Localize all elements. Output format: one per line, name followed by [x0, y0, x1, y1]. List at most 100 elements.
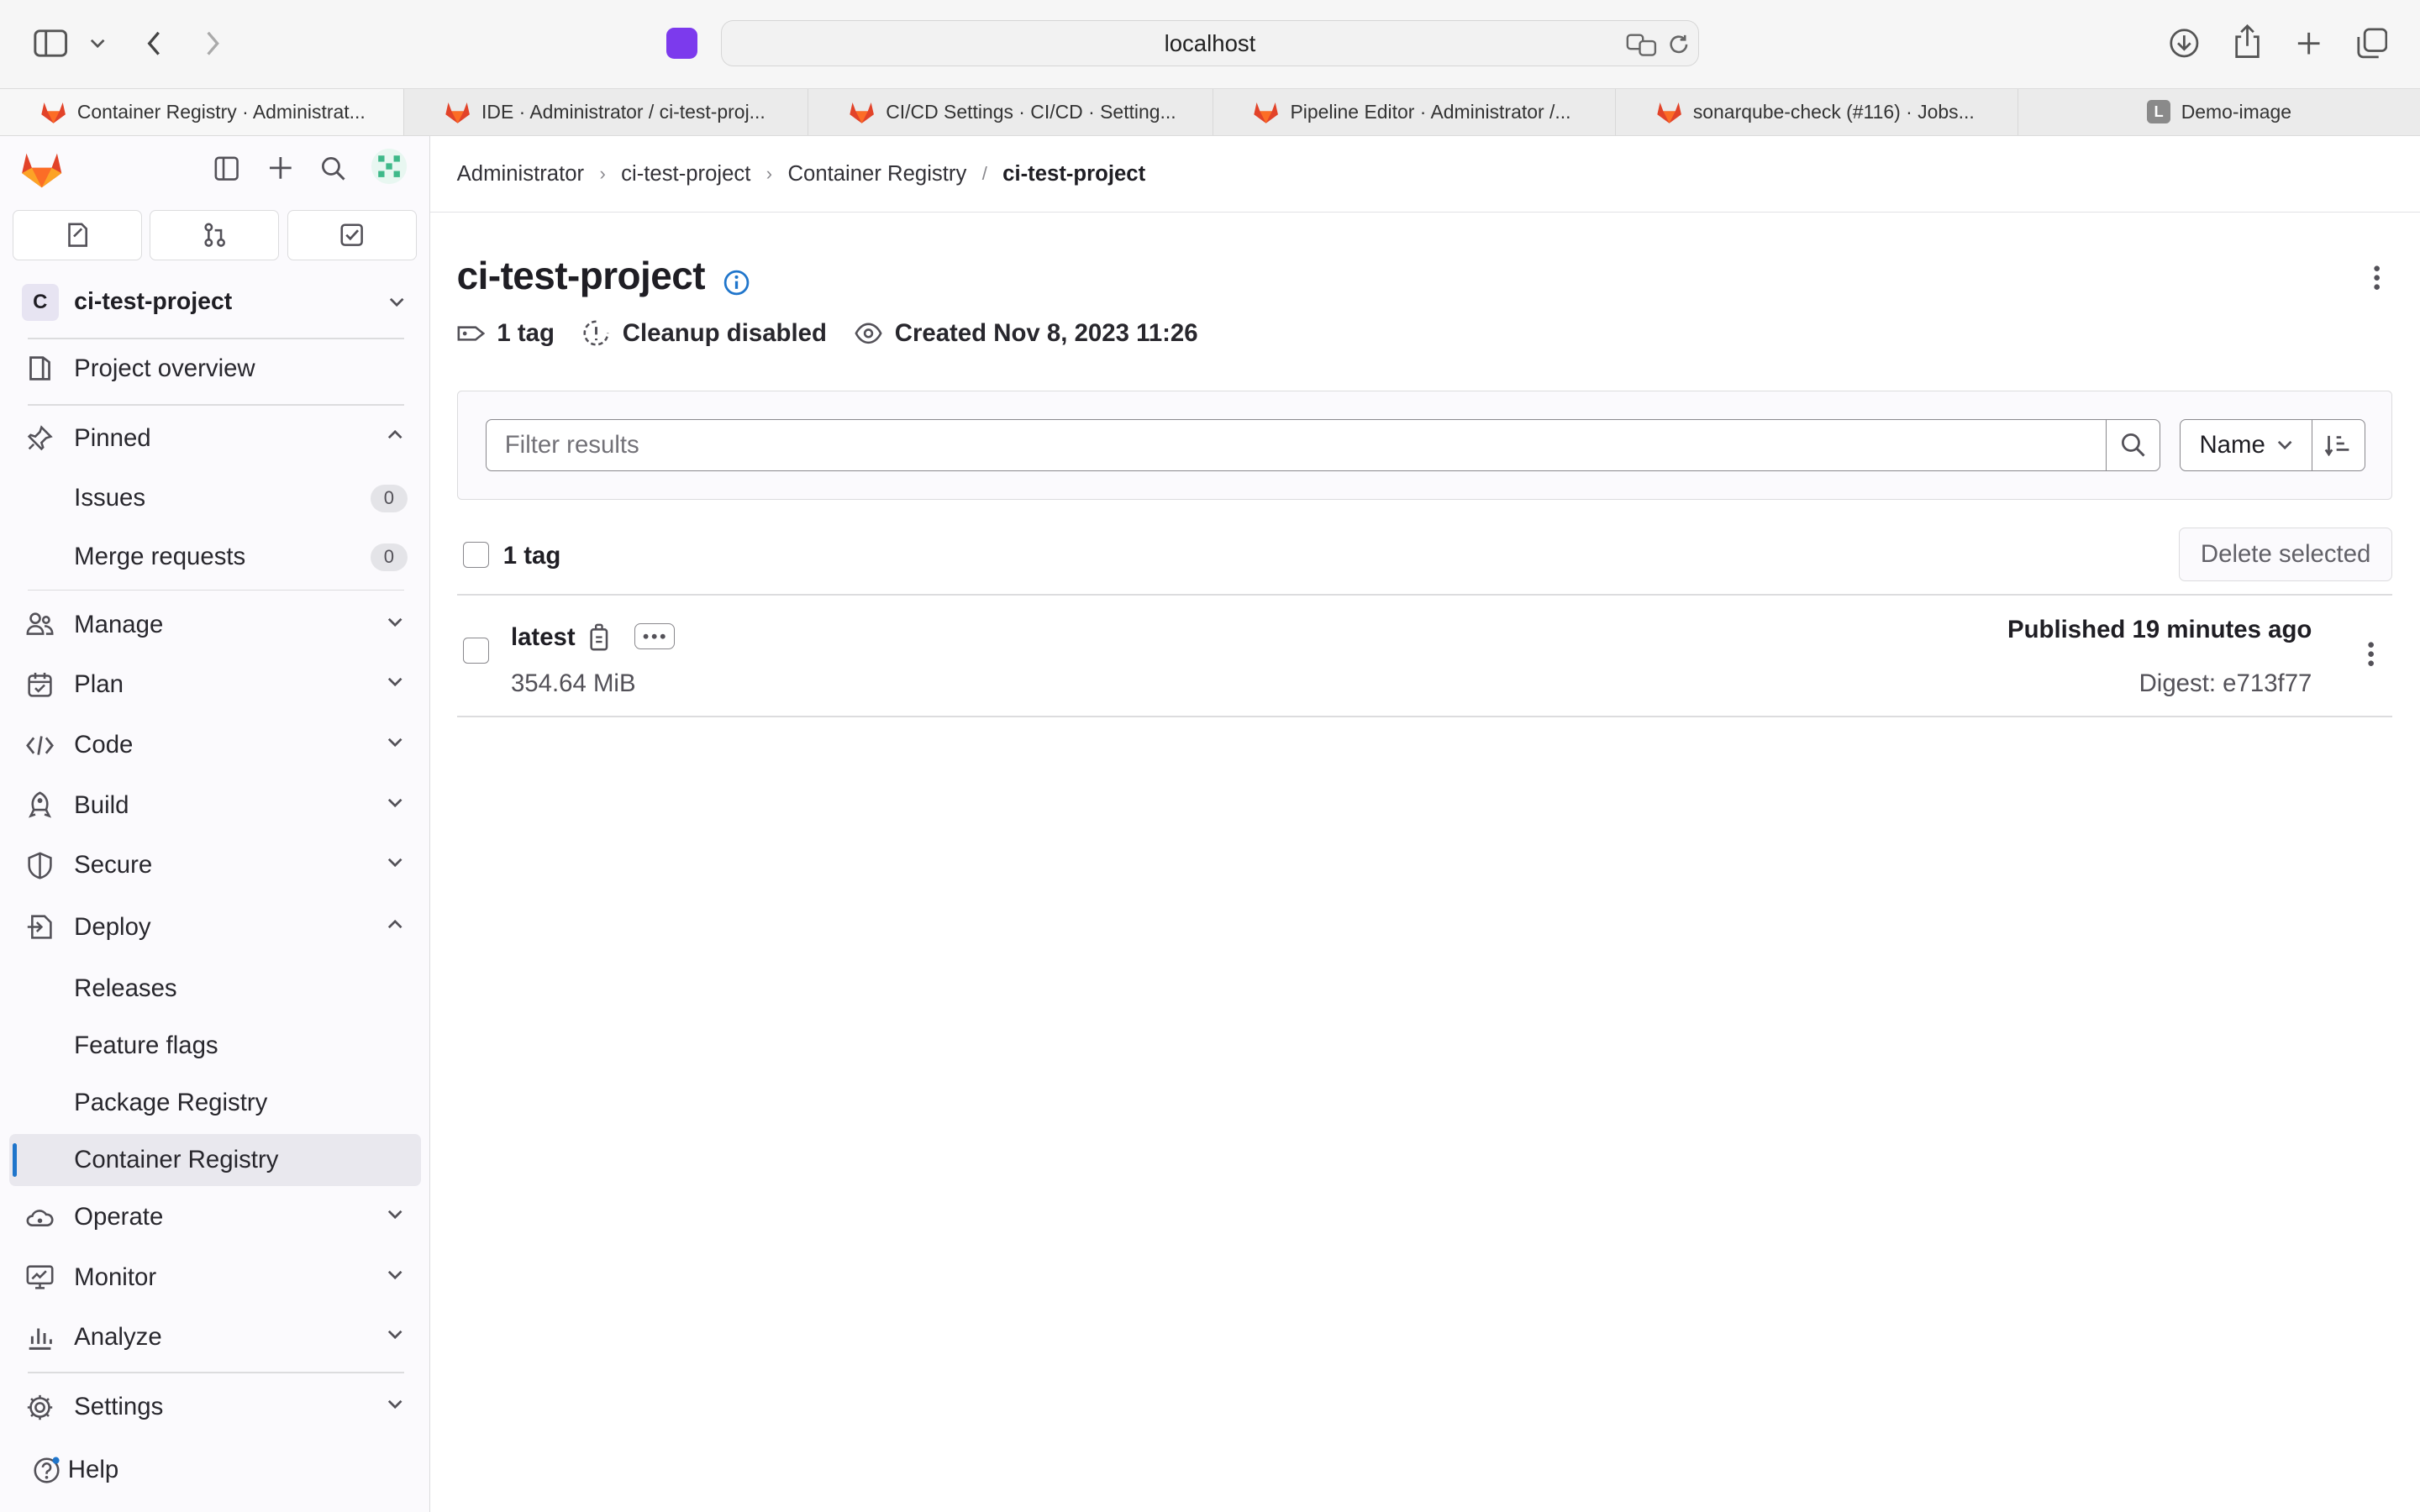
plus-icon[interactable] — [264, 151, 297, 185]
monitor-icon — [26, 1265, 54, 1289]
sidebar-item-releases[interactable]: Releases — [9, 963, 421, 1015]
breadcrumb-item[interactable]: Administrator — [457, 162, 584, 186]
chevron-down-icon — [387, 1270, 402, 1279]
sidebar-item-secure[interactable]: Secure — [9, 839, 421, 891]
browser-tab[interactable]: Pipeline Editor · Administrator /... — [1213, 88, 1617, 135]
copy-icon[interactable] — [588, 623, 613, 651]
sidebar-item-label: Feature flags — [74, 1032, 218, 1060]
project-avatar: C — [21, 283, 59, 321]
browser-tab[interactable]: IDE · Administrator / ci-test-proj... — [404, 88, 809, 135]
search-icon[interactable] — [317, 151, 350, 185]
chevron-down-icon — [387, 1331, 402, 1340]
downloads-icon[interactable] — [2167, 26, 2201, 60]
tag-count-meta: 1 tag — [457, 319, 555, 348]
image-metadata: 1 tag Cleanup disabled Created Nov 8, 20… — [457, 317, 1226, 350]
sort-direction-button[interactable] — [2311, 418, 2365, 472]
browser-tab[interactable]: L Demo-image — [2018, 89, 2420, 135]
sidebar-item-package-registry[interactable]: Package Registry — [9, 1077, 421, 1129]
sidebar-item-label: Merge requests — [74, 543, 246, 571]
breadcrumb-separator: › — [599, 163, 606, 185]
gitlab-logo-icon[interactable] — [18, 148, 65, 191]
merge-requests-count-badge: 0 — [370, 543, 408, 571]
chevron-down-icon — [2278, 441, 2292, 450]
sidebar-item-operate[interactable]: Operate — [9, 1191, 421, 1243]
published-time: Published 19 minutes ago — [2007, 615, 2312, 643]
planning-icon — [28, 672, 52, 697]
merge-requests-shortcut-button[interactable] — [150, 209, 280, 261]
sidebar-item-project-overview[interactable]: Project overview — [9, 343, 421, 395]
sidebar-section-pinned[interactable]: Pinned — [9, 412, 421, 464]
sidebar-item-label: Project overview — [74, 354, 255, 382]
cloud-gear-icon — [26, 1209, 54, 1226]
sidebar-item-issues[interactable]: Issues 0 — [9, 472, 421, 524]
row-checkbox[interactable] — [463, 637, 490, 664]
divider — [28, 404, 405, 407]
sidebar-item-deploy[interactable]: Deploy — [9, 901, 421, 953]
tab-title: IDE · Administrator / ci-test-proj... — [481, 100, 765, 123]
sidebar-item-label: Pinned — [74, 423, 151, 452]
translate-icon[interactable] — [1624, 30, 1658, 58]
todo-icon — [340, 223, 363, 247]
sidebar-item-plan[interactable]: Plan — [9, 659, 421, 711]
sidebar-item-analyze[interactable]: Analyze — [9, 1311, 421, 1363]
user-avatar[interactable] — [371, 148, 408, 185]
delete-selected-button[interactable]: Delete selected — [2179, 528, 2392, 582]
address-bar[interactable]: localhost — [720, 19, 1700, 66]
breadcrumb-item[interactable]: ci-test-project — [621, 162, 750, 186]
project-switcher[interactable]: C ci-test-project — [15, 273, 419, 332]
active-indicator — [12, 1142, 18, 1178]
issues-count-badge: 0 — [370, 484, 408, 512]
chevron-down-icon — [387, 1399, 402, 1409]
breadcrumb-current[interactable]: ci-test-project — [1002, 162, 1145, 186]
chevron-down-icon[interactable] — [87, 31, 108, 55]
main-content: Administrator › ci-test-project › Contai… — [430, 135, 2420, 1512]
search-button[interactable] — [2106, 418, 2160, 472]
collapse-sidebar-icon[interactable] — [210, 151, 244, 185]
cleanup-icon — [583, 320, 609, 346]
reload-icon[interactable] — [1665, 30, 1692, 58]
sidebar-item-settings[interactable]: Settings — [9, 1381, 421, 1433]
tag-name: latest — [510, 623, 576, 652]
chevron-down-icon — [387, 858, 402, 868]
breadcrumb-separator: / — [981, 163, 987, 185]
gitlab-icon — [1253, 100, 1279, 124]
tab-strip: Container Registry · Administrat... IDE … — [0, 87, 2420, 136]
sidebar-item-feature-flags[interactable]: Feature flags — [9, 1020, 421, 1072]
row-actions-icon[interactable] — [2367, 642, 2374, 667]
divider — [456, 594, 2392, 596]
breadcrumb-item[interactable]: Container Registry — [787, 162, 966, 186]
filter-input[interactable] — [485, 418, 2107, 472]
info-icon[interactable] — [723, 269, 750, 297]
sidebar-item-monitor[interactable]: Monitor — [9, 1252, 421, 1304]
forward-icon[interactable] — [197, 26, 229, 60]
ellipsis-icon — [643, 633, 666, 639]
todos-shortcut-button[interactable] — [287, 209, 417, 261]
help-button[interactable]: Help — [9, 1444, 421, 1496]
tab-title: Pipeline Editor · Administrator /... — [1290, 100, 1571, 123]
extension-icon[interactable] — [666, 28, 698, 59]
issues-shortcut-button[interactable] — [12, 209, 142, 261]
sort-by-dropdown[interactable]: Name — [2180, 418, 2313, 472]
tab-overview-icon[interactable] — [2355, 26, 2389, 60]
cleanup-text: Cleanup disabled — [622, 318, 827, 347]
chevron-up-icon — [387, 919, 402, 928]
sidebar-item-code[interactable]: Code — [9, 719, 421, 771]
sidebar-item-manage[interactable]: Manage — [9, 599, 421, 651]
more-actions-icon[interactable] — [2374, 265, 2380, 290]
sidebar-item-merge-requests[interactable]: Merge requests 0 — [9, 531, 421, 583]
sidebar-item-container-registry[interactable]: Container Registry — [9, 1133, 422, 1187]
browser-tab[interactable]: Container Registry · Administrat... — [0, 88, 405, 135]
sidebar-item-build[interactable]: Build — [9, 780, 421, 832]
select-all-checkbox[interactable] — [463, 541, 490, 568]
back-icon[interactable] — [139, 26, 170, 60]
new-tab-icon[interactable] — [2291, 26, 2325, 60]
sidebar-item-label: Secure — [74, 851, 153, 879]
ellipsis-button[interactable] — [634, 623, 675, 650]
chevron-down-icon — [389, 298, 404, 307]
sidebar-toggle-icon[interactable] — [31, 26, 71, 60]
share-icon[interactable] — [2230, 24, 2264, 60]
tab-title: Container Registry · Administrat... — [76, 100, 366, 123]
browser-tab[interactable]: sonarqube-check (#116) · Jobs... — [1616, 88, 2019, 135]
cleanup-meta: Cleanup disabled — [582, 319, 827, 348]
browser-tab[interactable]: CI/CD Settings · CI/CD · Setting... — [808, 88, 1213, 135]
